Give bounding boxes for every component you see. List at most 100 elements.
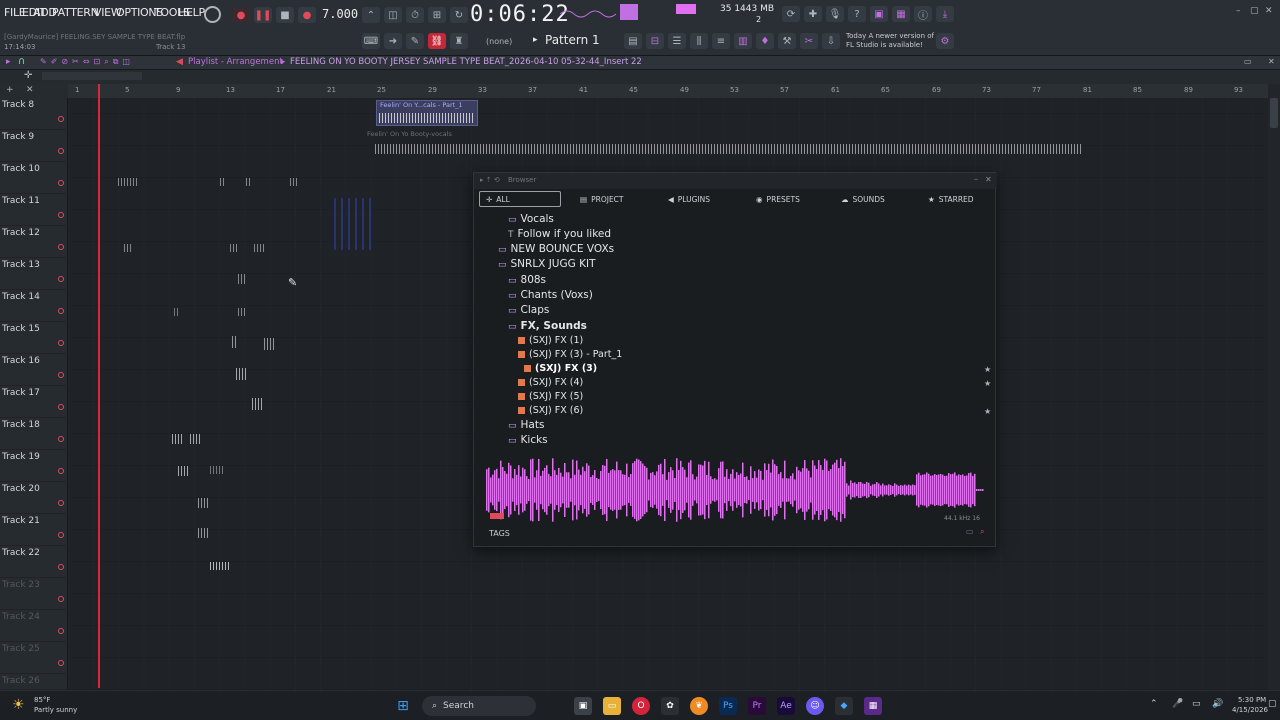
audio-clip[interactable]: [174, 308, 178, 316]
export-icon[interactable]: ✂: [800, 33, 818, 49]
mixer-icon[interactable]: ♜: [450, 33, 468, 49]
timeline-ruler[interactable]: 1 5 9 13 17 21 25 29 33 37 41 45 49 53 5…: [68, 84, 1268, 98]
track-mute-icon[interactable]: [58, 308, 64, 314]
song-position[interactable]: 0:06:22: [470, 2, 570, 27]
audio-clip[interactable]: [290, 178, 298, 186]
audio-clip[interactable]: [220, 178, 226, 186]
task-view-icon[interactable]: ▣: [574, 697, 592, 715]
stop-icon[interactable]: ■: [276, 7, 294, 23]
mic-icon[interactable]: 🎙: [826, 6, 844, 22]
list-item[interactable]: T Follow if you liked: [508, 228, 611, 240]
tab-starred[interactable]: ★ STARRED: [922, 191, 980, 207]
pattern-song-switch[interactable]: ●: [232, 7, 250, 23]
audio-clip[interactable]: [254, 244, 264, 252]
track-mute-icon[interactable]: [58, 116, 64, 122]
list-item[interactable]: ▭ Hats: [508, 419, 544, 431]
tab-all[interactable]: ✛ ALL: [479, 191, 561, 207]
list-item[interactable]: ▭ Claps: [508, 304, 549, 316]
track-header[interactable]: Track 21: [0, 514, 68, 546]
premiere-icon[interactable]: Pr: [748, 697, 766, 715]
audio-clip[interactable]: [236, 368, 248, 380]
list-item[interactable]: (SXJ) FX (6): [518, 405, 583, 416]
list-item[interactable]: ▭ NEW BOUNCE VOXs: [498, 243, 614, 255]
loop-record-icon[interactable]: ↻: [450, 7, 468, 23]
blend-notes-icon[interactable]: ⊞: [428, 7, 446, 23]
track-mute-icon[interactable]: [58, 500, 64, 506]
audio-clip[interactable]: [238, 274, 246, 284]
track-header[interactable]: Track 11: [0, 194, 68, 226]
weather-desc[interactable]: Partly sunny: [34, 706, 77, 714]
track-header[interactable]: Track 20: [0, 482, 68, 514]
project-icon[interactable]: ▥: [734, 33, 752, 49]
track-mute-icon[interactable]: [58, 532, 64, 538]
track-mute-icon[interactable]: [58, 436, 64, 442]
arrow-right-icon[interactable]: ➜: [384, 33, 402, 49]
audio-clip[interactable]: [190, 434, 200, 444]
sample-preview-waveform[interactable]: [486, 458, 984, 523]
snap-selector[interactable]: (none): [486, 37, 512, 46]
browser-titlebar[interactable]: ▸ ⇡ ⟲ Browser – ✕: [474, 173, 997, 189]
pattern-selector[interactable]: Pattern 1: [545, 33, 600, 47]
magnet-icon[interactable]: ∩: [18, 56, 25, 67]
plugin-picker-icon[interactable]: ♦: [756, 33, 774, 49]
track-header[interactable]: Track 15: [0, 322, 68, 354]
save-icon[interactable]: ▣: [870, 6, 888, 22]
track-mute-icon[interactable]: [58, 596, 64, 602]
playlist-icon[interactable]: ▤: [624, 33, 642, 49]
link-icon[interactable]: ⛓: [428, 33, 446, 49]
tab-project[interactable]: ▤ PROJECT: [574, 191, 630, 207]
browser-icon[interactable]: ≡: [712, 33, 730, 49]
opera-icon[interactable]: O: [632, 697, 650, 715]
track-header[interactable]: Track 13: [0, 258, 68, 290]
clock-time[interactable]: 5:30 PM: [1238, 696, 1266, 704]
track-header[interactable]: Track 9: [0, 130, 68, 162]
list-item[interactable]: (SXJ) FX (3) - Part_1: [518, 349, 622, 360]
audio-clip[interactable]: [210, 562, 230, 570]
list-item[interactable]: ▭ Vocals: [508, 213, 554, 225]
record-icon[interactable]: ●: [298, 7, 316, 23]
track-mute-icon[interactable]: [58, 180, 64, 186]
tab-sounds[interactable]: ☁ SOUNDS: [835, 191, 891, 207]
draw-tool-icon[interactable]: ✎: [406, 33, 424, 49]
scroll-thumb[interactable]: [1270, 98, 1278, 128]
track-mute-icon[interactable]: [58, 340, 64, 346]
track-header[interactable]: Track 12: [0, 226, 68, 258]
audio-clip[interactable]: [198, 528, 210, 538]
maximize-icon[interactable]: ▢: [1250, 6, 1259, 16]
update-icon[interactable]: ⚙: [936, 33, 954, 49]
news-line-1[interactable]: Today A newer version of: [846, 32, 934, 40]
track-mute-icon[interactable]: [58, 212, 64, 218]
pattern-clip[interactable]: [334, 198, 376, 250]
browser-tree[interactable]: ▭ Vocals T Follow if you liked ▭ NEW BOUNCE…: [482, 213, 994, 455]
countdown-icon[interactable]: ⏱: [406, 7, 424, 23]
app-icon[interactable]: ✿: [661, 697, 679, 715]
audio-clip[interactable]: [178, 466, 190, 476]
track-header[interactable]: Track 24: [0, 610, 68, 642]
file-explorer-icon[interactable]: ▭: [603, 697, 621, 715]
tab-presets[interactable]: ◉ PRESETS: [750, 191, 806, 207]
audio-clip[interactable]: [246, 178, 252, 186]
menu-help[interactable]: HELP: [178, 6, 205, 19]
browser-window[interactable]: ▸ ⇡ ⟲ Browser – ✕ ✛ ALL ▤ PROJECT ◀ PLUGINS…: [473, 172, 997, 547]
download-icon[interactable]: ⤓: [936, 6, 954, 22]
track-header[interactable]: Track 10: [0, 162, 68, 194]
track-mute-icon[interactable]: [58, 468, 64, 474]
add-track-icon[interactable]: +: [6, 85, 14, 95]
track-header[interactable]: Track 25: [0, 642, 68, 674]
tags-label[interactable]: TAGS: [489, 529, 510, 538]
tools-icon[interactable]: ⚒: [778, 33, 796, 49]
track-header[interactable]: Track 18: [0, 418, 68, 450]
star-icon[interactable]: ★: [984, 407, 991, 416]
playlist-back-icon[interactable]: ◀: [176, 57, 183, 67]
tempo-display[interactable]: 7.000: [322, 7, 358, 21]
display-icon[interactable]: ▭: [1192, 699, 1201, 709]
tab-plugins[interactable]: ◀ PLUGINS: [662, 191, 716, 207]
volume-icon[interactable]: 🔊: [1212, 699, 1223, 709]
playhead[interactable]: [98, 84, 100, 688]
star-icon[interactable]: ★: [984, 379, 991, 388]
browser-close-icon[interactable]: ✕: [985, 175, 992, 184]
track-mute-icon[interactable]: [58, 148, 64, 154]
star-icon[interactable]: ★: [984, 365, 991, 374]
folder-small-icon[interactable]: ▭: [966, 527, 974, 536]
crosshair-icon[interactable]: ✛: [24, 70, 32, 81]
